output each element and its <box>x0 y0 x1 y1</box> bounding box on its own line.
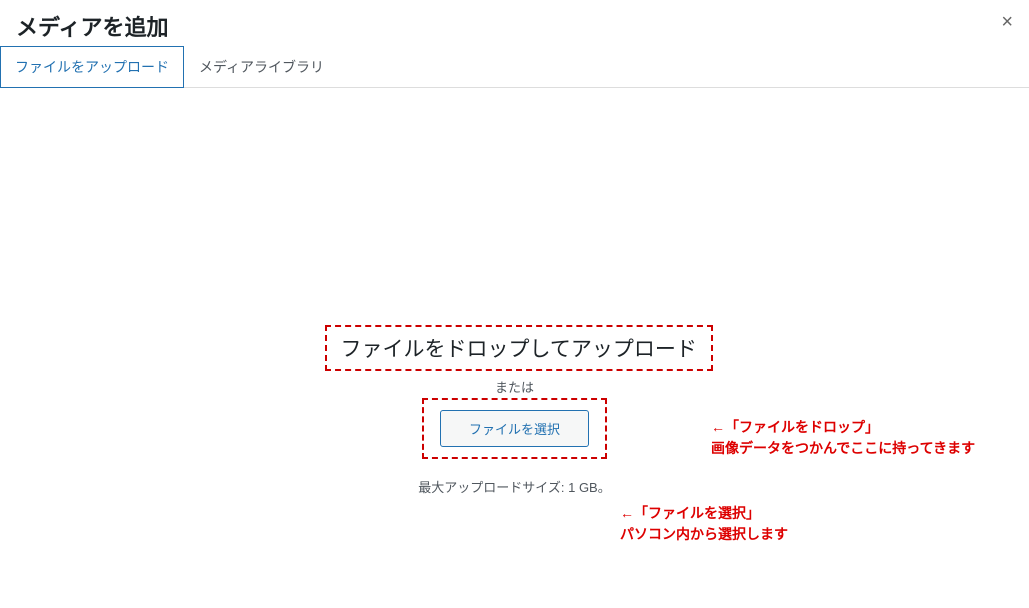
max-upload-size-label: 最大アップロードサイズ: 1 GB。 <box>325 477 705 496</box>
annotation-drop-desc: 画像データをつかんでここに持ってきます <box>711 440 975 456</box>
annotation-select-title: 「ファイルを選択」 <box>634 505 760 521</box>
annotation-drop: ←「ファイルをドロップ」 画像データをつかんでここに持ってきます <box>711 417 975 459</box>
annotation-select-desc: パソコン内から選択します <box>620 526 788 542</box>
tab-bar: ファイルをアップロード メディアライブラリ <box>0 46 1029 88</box>
arrow-left-icon: ← <box>620 505 634 521</box>
tab-upload-files[interactable]: ファイルをアップロード <box>0 46 184 88</box>
tab-media-library[interactable]: メディアライブラリ <box>184 46 339 88</box>
select-file-highlight: ファイルを選択 <box>422 398 607 459</box>
upload-center: ファイルをドロップしてアップロード または ファイルを選択 最大アップロードサイ… <box>325 325 705 496</box>
annotation-select: ←「ファイルを選択」 パソコン内から選択します <box>620 503 788 545</box>
or-label: または <box>325 377 705 396</box>
drop-zone-highlight: ファイルをドロップしてアップロード <box>325 325 713 371</box>
modal-header: メディアを追加 × <box>0 0 1029 46</box>
close-icon[interactable]: × <box>997 8 1017 36</box>
drop-instruction-text: ファイルをドロップしてアップロード <box>341 333 697 363</box>
arrow-left-icon: ← <box>711 419 725 435</box>
select-files-button[interactable]: ファイルを選択 <box>440 410 589 447</box>
upload-area: ファイルをドロップしてアップロード または ファイルを選択 最大アップロードサイ… <box>0 88 1029 608</box>
modal-title: メディアを追加 <box>16 10 1013 42</box>
annotation-drop-title: 「ファイルをドロップ」 <box>725 419 879 435</box>
